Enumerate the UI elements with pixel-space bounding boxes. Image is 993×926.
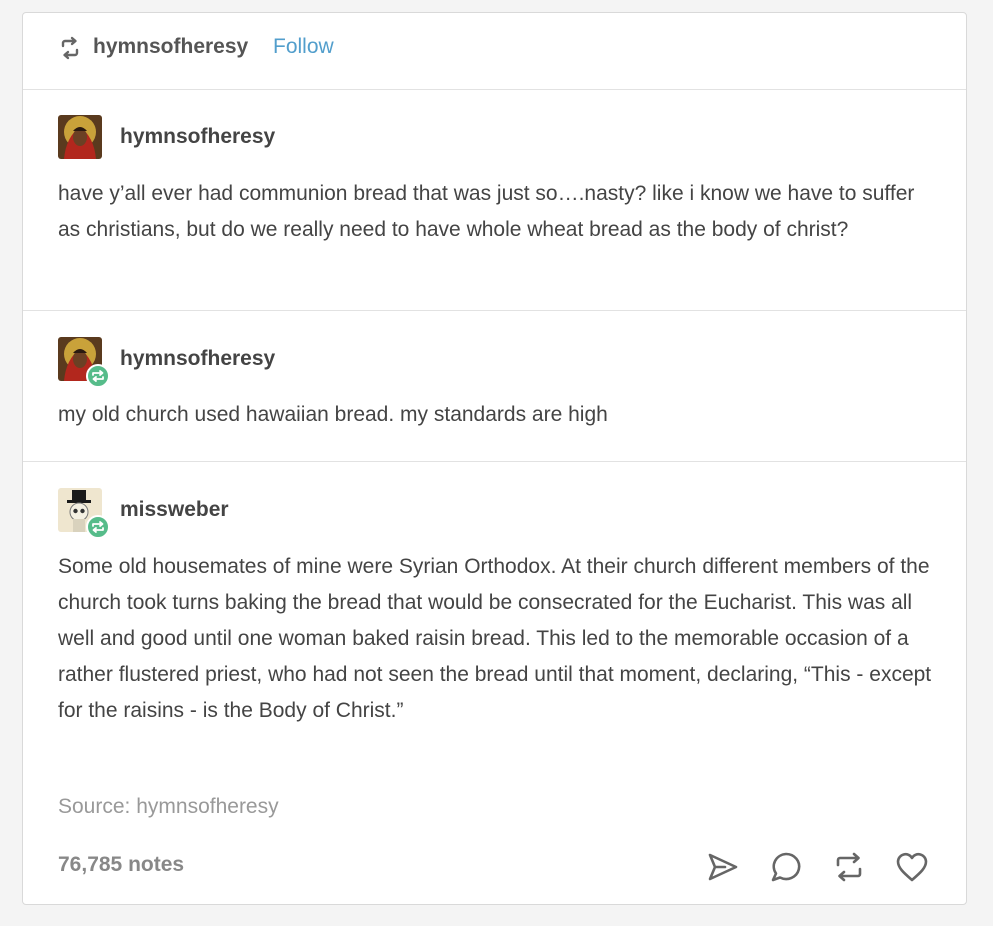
icon-painting-avatar[interactable] bbox=[58, 337, 110, 388]
post-author[interactable]: hymnsofheresy bbox=[120, 347, 275, 371]
post-text: Some old housemates of mine were Syrian … bbox=[58, 555, 932, 722]
post-text: my old church used hawaiian bread. my st… bbox=[58, 403, 608, 426]
share-icon[interactable] bbox=[705, 849, 741, 885]
reblog-entry: hymnsofheresy have y’all ever had commun… bbox=[23, 90, 966, 311]
follow-button[interactable]: Follow bbox=[273, 35, 334, 59]
reblog-entry: missweber Some old housemates of mine we… bbox=[23, 462, 966, 782]
reblog-icon bbox=[58, 36, 82, 60]
notes-count[interactable]: 76,785 notes bbox=[58, 853, 184, 877]
header-blog-name[interactable]: hymnsofheresy bbox=[93, 35, 248, 59]
reblog-badge-icon bbox=[86, 515, 110, 539]
post-text: have y’all ever had communion bread that… bbox=[58, 182, 915, 241]
source-link[interactable]: hymnsofheresy bbox=[136, 795, 278, 818]
reblog-icon[interactable] bbox=[831, 849, 867, 885]
skeleton-top-hat-avatar[interactable] bbox=[58, 488, 110, 539]
reblog-entry: hymnsofheresy my old church used hawaiia… bbox=[23, 311, 966, 462]
like-icon[interactable] bbox=[894, 849, 930, 885]
reblog-badge-icon bbox=[86, 364, 110, 388]
post-header: hymnsofheresy Follow bbox=[23, 13, 966, 90]
icon-painting-avatar[interactable] bbox=[58, 115, 102, 159]
post-author[interactable]: missweber bbox=[120, 498, 229, 522]
post-actions bbox=[705, 849, 930, 885]
source-label: Source: bbox=[58, 795, 131, 818]
post-card: hymnsofheresy Follow hymnsofheresy have … bbox=[22, 12, 967, 905]
post-source: Source: hymnsofheresy bbox=[58, 795, 279, 819]
reply-icon[interactable] bbox=[768, 849, 804, 885]
post-author[interactable]: hymnsofheresy bbox=[120, 125, 275, 149]
